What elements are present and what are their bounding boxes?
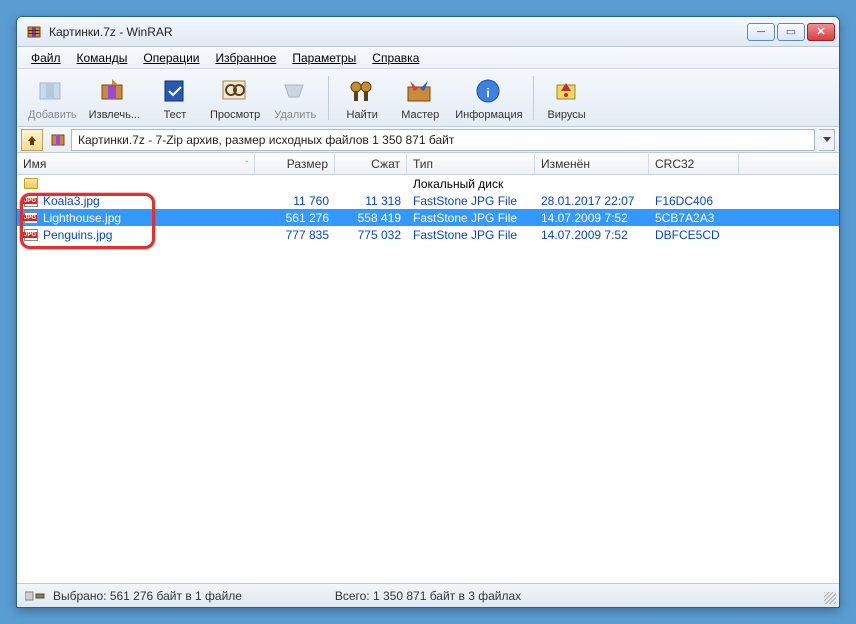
parent-row[interactable]: Локальный диск — [17, 175, 839, 192]
sort-indicator-icon: ˆ — [245, 160, 248, 169]
path-box[interactable]: Картинки.7z - 7-Zip архив, размер исходн… — [71, 129, 815, 151]
menu-commands[interactable]: Команды — [69, 49, 136, 67]
pathbar: Картинки.7z - 7-Zip архив, размер исходн… — [17, 127, 839, 153]
path-dropdown[interactable] — [819, 129, 835, 151]
wizard-button[interactable]: Мастер — [392, 72, 448, 124]
list-header: Имяˆ Размер Сжат Тип Изменён CRC32 — [17, 153, 839, 175]
arrow-up-icon — [25, 133, 39, 147]
menu-operations[interactable]: Операции — [135, 49, 207, 67]
col-packed[interactable]: Сжат — [335, 154, 407, 174]
info-button[interactable]: i Информация — [450, 72, 527, 124]
find-icon — [346, 75, 378, 107]
view-button[interactable]: Просмотр — [205, 72, 265, 124]
virus-button[interactable]: Вирусы — [539, 72, 595, 124]
chevron-down-icon — [823, 137, 831, 143]
view-icon — [219, 75, 251, 107]
virus-icon — [551, 75, 583, 107]
titlebar: Картинки.7z - WinRAR ─ ▭ ✕ — [17, 17, 839, 47]
status-lock-icon — [25, 589, 45, 603]
menu-file[interactable]: Файл — [23, 49, 69, 67]
add-button: Добавить — [23, 72, 82, 124]
maximize-button[interactable]: ▭ — [777, 23, 805, 41]
separator — [328, 76, 329, 120]
delete-button: Удалить — [267, 72, 323, 124]
status-total: Всего: 1 350 871 байт в 3 файлах — [335, 589, 521, 603]
menubar: Файл Команды Операции Избранное Параметр… — [17, 47, 839, 69]
col-name[interactable]: Имяˆ — [17, 154, 255, 174]
separator — [533, 76, 534, 120]
menu-options[interactable]: Параметры — [284, 49, 364, 67]
jpg-icon — [23, 194, 39, 208]
menu-favorites[interactable]: Избранное — [208, 49, 285, 67]
file-list[interactable]: Локальный диск Koala3.jpg 11 760 11 318 … — [17, 175, 839, 583]
col-crc[interactable]: CRC32 — [649, 154, 739, 174]
jpg-icon — [23, 211, 39, 225]
toolbar: Добавить Извлечь... Тест Просмотр Удалит… — [17, 69, 839, 127]
wizard-icon — [404, 75, 436, 107]
table-row[interactable]: Koala3.jpg 11 760 11 318 FastStone JPG F… — [17, 192, 839, 209]
find-button[interactable]: Найти — [334, 72, 390, 124]
info-icon: i — [473, 75, 505, 107]
table-row[interactable]: Penguins.jpg 777 835 775 032 FastStone J… — [17, 226, 839, 243]
resize-grip[interactable] — [824, 592, 836, 604]
statusbar: Выбрано: 561 276 байт в 1 файле Всего: 1… — [17, 583, 839, 607]
jpg-icon — [23, 228, 39, 242]
minimize-button[interactable]: ─ — [747, 23, 775, 41]
app-icon — [25, 23, 43, 41]
col-size[interactable]: Размер — [255, 154, 335, 174]
extract-button[interactable]: Извлечь... — [84, 72, 145, 124]
svg-text:i: i — [486, 86, 489, 100]
status-selection: Выбрано: 561 276 байт в 1 файле — [53, 589, 242, 603]
app-window: Картинки.7z - WinRAR ─ ▭ ✕ Файл Команды … — [16, 16, 840, 608]
up-button[interactable] — [21, 129, 43, 151]
close-button[interactable]: ✕ — [807, 23, 835, 41]
delete-icon — [279, 75, 311, 107]
menu-help[interactable]: Справка — [364, 49, 427, 67]
window-title: Картинки.7z - WinRAR — [49, 25, 747, 39]
path-text: Картинки.7z - 7-Zip архив, размер исходн… — [78, 133, 454, 147]
table-row[interactable]: Lighthouse.jpg 561 276 558 419 FastStone… — [17, 209, 839, 226]
folder-icon — [23, 177, 39, 191]
test-icon — [159, 75, 191, 107]
add-icon — [36, 75, 68, 107]
col-type[interactable]: Тип — [407, 154, 535, 174]
window-buttons: ─ ▭ ✕ — [747, 23, 835, 41]
col-modified[interactable]: Изменён — [535, 154, 649, 174]
archive-icon — [49, 131, 67, 149]
extract-icon — [98, 75, 130, 107]
test-button[interactable]: Тест — [147, 72, 203, 124]
